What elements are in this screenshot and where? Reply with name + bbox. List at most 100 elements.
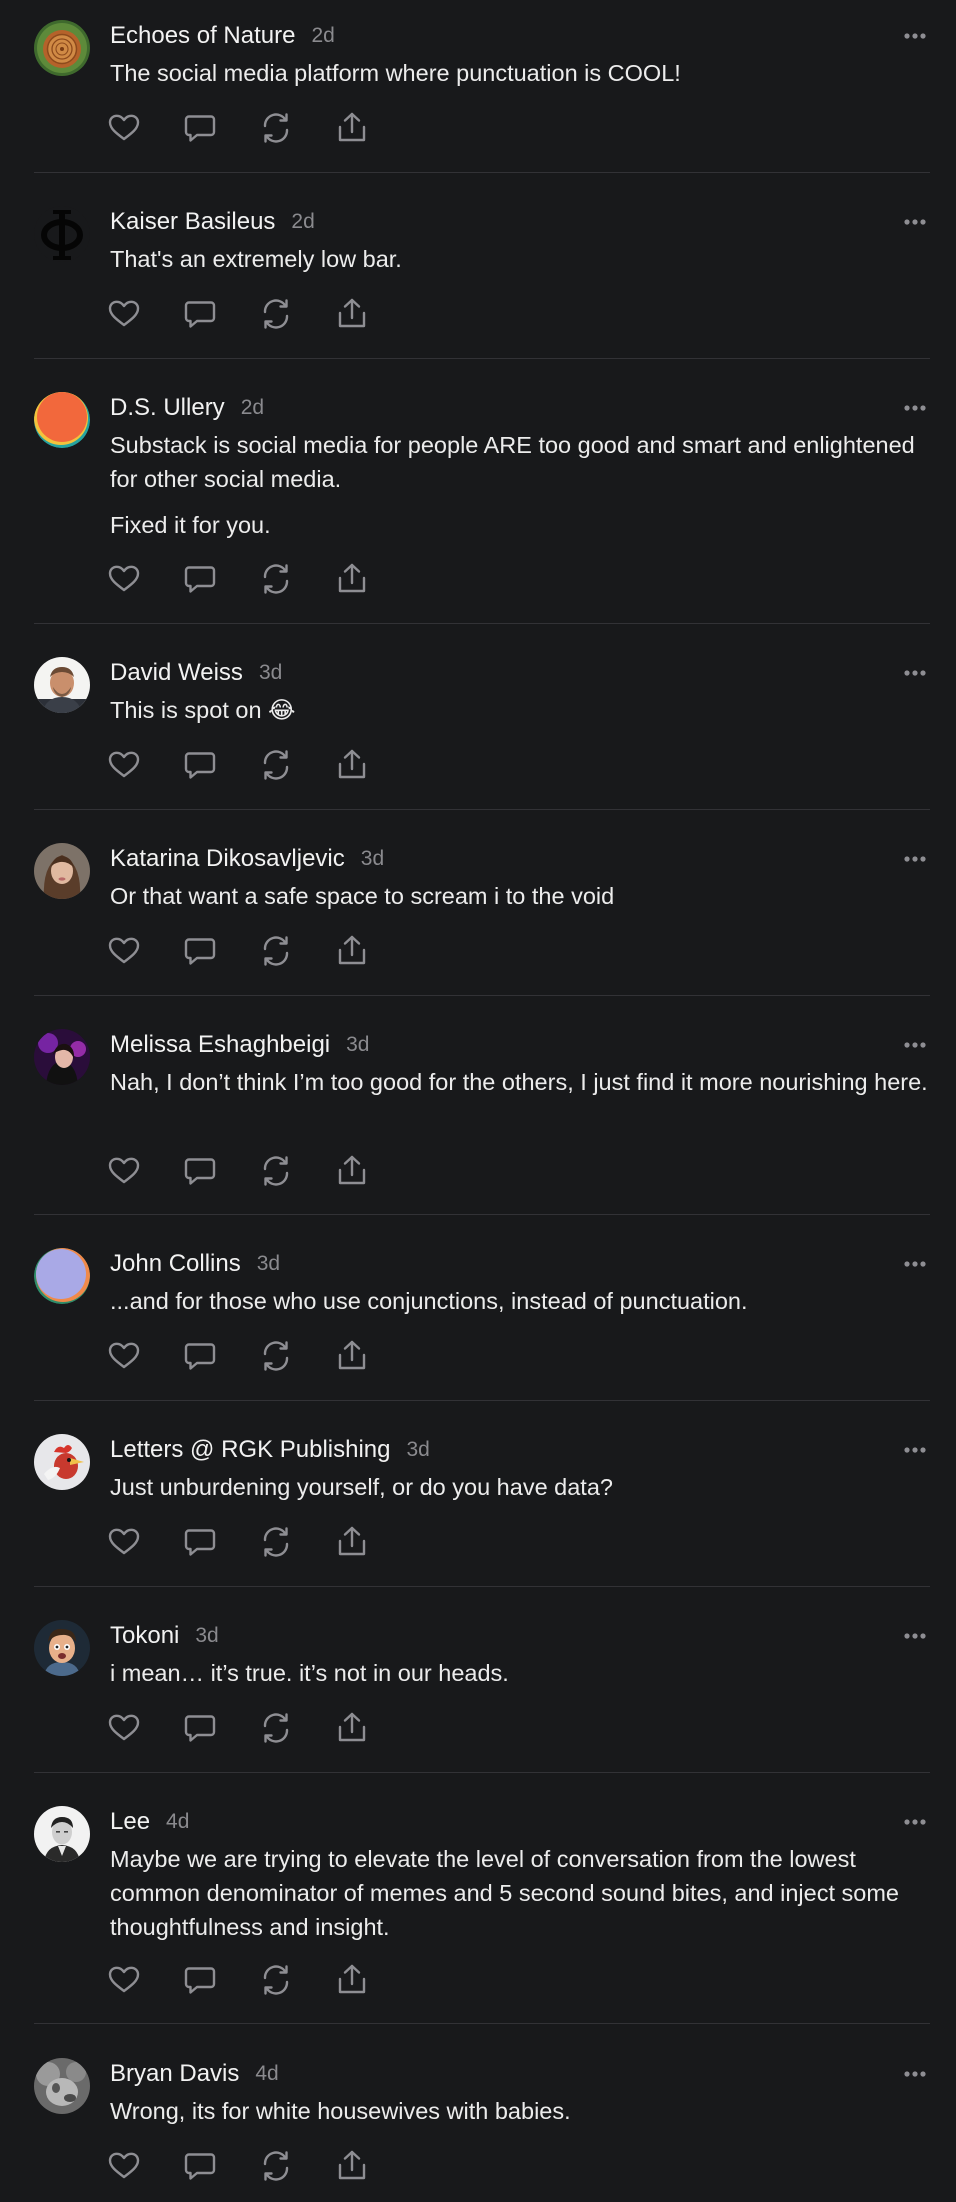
more-dots-icon[interactable] [898,394,932,422]
timestamp[interactable]: 3d [407,1438,430,1462]
share-button[interactable] [334,1710,370,1746]
author-name[interactable]: Lee [110,1808,150,1836]
timestamp[interactable]: 3d [361,847,384,871]
timestamp[interactable]: 3d [346,1033,369,1057]
like-button[interactable] [106,1524,142,1560]
timestamp[interactable]: 2d [241,396,264,420]
avatar[interactable] [34,206,90,262]
avatar[interactable] [34,1434,90,1490]
like-button[interactable] [106,1710,142,1746]
more-dots-icon[interactable] [898,1436,932,1464]
restack-button[interactable] [258,1962,294,1998]
restack-button[interactable] [258,2148,294,2184]
like-button[interactable] [106,1338,142,1374]
restack-button[interactable] [258,1338,294,1374]
timestamp[interactable]: 3d [257,1252,280,1276]
like-button[interactable] [106,2148,142,2184]
avatar[interactable] [34,1806,90,1862]
more-dots-icon[interactable] [898,1622,932,1650]
reply-button[interactable] [182,1710,218,1746]
restack-button[interactable] [258,1710,294,1746]
reply-button[interactable] [182,1338,218,1374]
restack-button[interactable] [258,747,294,783]
comment-text: ...and for those who use conjunctions, i… [110,1288,748,1314]
heart-icon [106,561,142,597]
share-button[interactable] [334,561,370,597]
more-dots-icon[interactable] [898,22,932,50]
author-name[interactable]: John Collins [110,1250,241,1278]
restack-button[interactable] [258,296,294,332]
avatar[interactable] [34,1248,90,1304]
more-dots-icon[interactable] [898,208,932,236]
author-name[interactable]: Katarina Dikosavljevic [110,845,345,873]
comment-actions [106,1153,410,1189]
author-name[interactable]: Letters @ RGK Publishing [110,1436,391,1464]
timestamp[interactable]: 3d [195,1624,218,1648]
avatar[interactable] [34,1620,90,1676]
comment-actions [106,1524,410,1560]
author-name[interactable]: D.S. Ullery [110,394,225,422]
timestamp[interactable]: 3d [259,661,282,685]
share-button[interactable] [334,1524,370,1560]
heart-icon [106,296,142,332]
more-dots-icon[interactable] [898,1031,932,1059]
avatar[interactable] [34,1029,90,1085]
comment-actions [106,2148,410,2184]
share-icon [334,2148,370,2184]
avatar[interactable] [34,392,90,448]
author-name[interactable]: David Weiss [110,659,243,687]
like-button[interactable] [106,110,142,146]
more-dots-icon[interactable] [898,2060,932,2088]
reply-button[interactable] [182,1962,218,1998]
heart-icon [106,1524,142,1560]
share-button[interactable] [334,747,370,783]
speech-bubble-icon [182,1153,218,1189]
like-button[interactable] [106,1153,142,1189]
reply-button[interactable] [182,296,218,332]
restack-button[interactable] [258,561,294,597]
share-button[interactable] [334,1962,370,1998]
more-dots-icon[interactable] [898,1808,932,1836]
avatar[interactable] [34,20,90,76]
restack-button[interactable] [258,1524,294,1560]
author-name[interactable]: Bryan Davis [110,2060,239,2088]
more-dots-icon[interactable] [898,659,932,687]
timestamp[interactable]: 4d [166,1810,189,1834]
like-button[interactable] [106,296,142,332]
reply-button[interactable] [182,561,218,597]
timestamp[interactable]: 2d [291,210,314,234]
author-name[interactable]: Kaiser Basileus [110,208,275,236]
share-icon [334,1710,370,1746]
restack-button[interactable] [258,933,294,969]
author-name[interactable]: Echoes of Nature [110,22,295,50]
avatar[interactable] [34,843,90,899]
more-dots-icon[interactable] [898,845,932,873]
restack-button[interactable] [258,1153,294,1189]
share-button[interactable] [334,2148,370,2184]
more-dots-icon[interactable] [898,1250,932,1278]
like-button[interactable] [106,561,142,597]
avatar[interactable] [34,657,90,713]
author-name[interactable]: Melissa Eshaghbeigi [110,1031,330,1059]
reply-button[interactable] [182,933,218,969]
author-name[interactable]: Tokoni [110,1622,179,1650]
timestamp[interactable]: 2d [311,24,334,48]
reply-button[interactable] [182,1153,218,1189]
restack-button[interactable] [258,110,294,146]
reply-button[interactable] [182,2148,218,2184]
reply-button[interactable] [182,747,218,783]
like-button[interactable] [106,747,142,783]
share-button[interactable] [334,1153,370,1189]
reply-button[interactable] [182,110,218,146]
share-button[interactable] [334,296,370,332]
share-button[interactable] [334,933,370,969]
share-button[interactable] [334,1338,370,1374]
avatar[interactable] [34,2058,90,2114]
like-button[interactable] [106,1962,142,1998]
timestamp[interactable]: 4d [255,2062,278,2086]
comment-text: Just unburdening yourself, or do you hav… [110,1474,613,1500]
like-button[interactable] [106,933,142,969]
reply-button[interactable] [182,1524,218,1560]
share-button[interactable] [334,110,370,146]
share-icon [334,933,370,969]
